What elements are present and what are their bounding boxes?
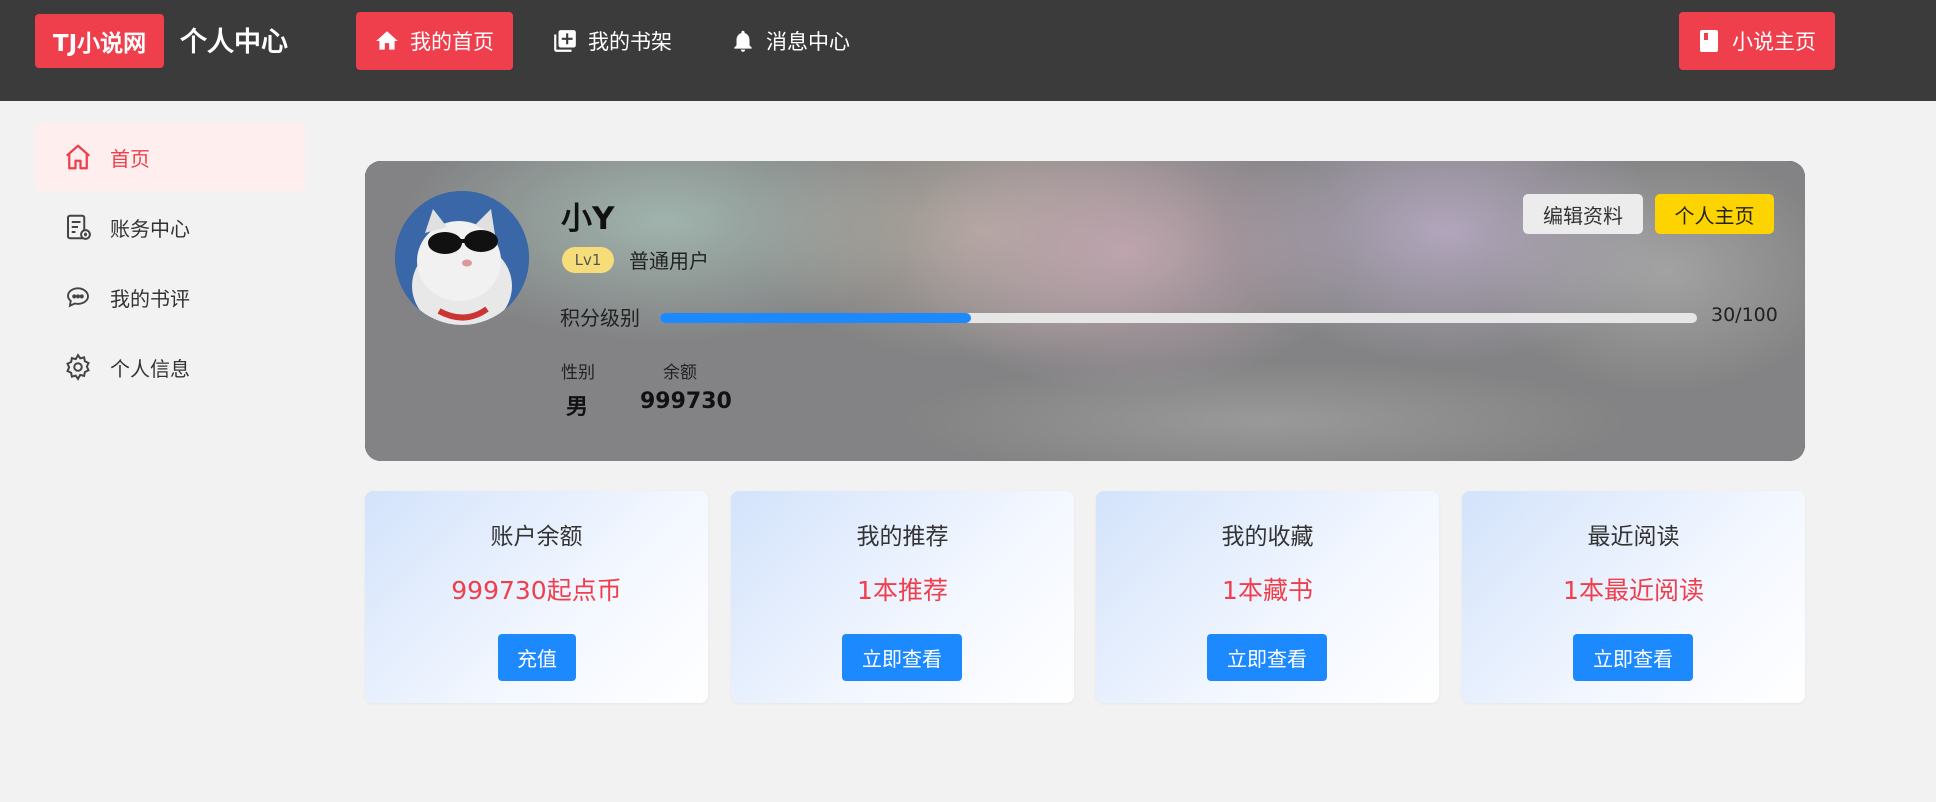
gender-label: 性别: [561, 363, 595, 383]
card-value: 1本最近阅读: [1563, 576, 1704, 605]
card-my-recommendations: 我的推荐 1本推荐 立即查看: [731, 491, 1074, 703]
cat-avatar-image: [395, 191, 529, 325]
view-recommendations-button[interactable]: 立即查看: [842, 634, 962, 681]
username: 小Y: [561, 201, 615, 237]
sidebar-item-reviews-label: 我的书评: [110, 286, 190, 311]
score-progress-fill: [660, 313, 972, 323]
card-recent-reading: 最近阅读 1本最近阅读 立即查看: [1462, 491, 1805, 703]
balance-label: 余额: [663, 363, 697, 383]
novel-home-label: 小说主页: [1732, 30, 1816, 54]
gender-value: 男: [566, 395, 589, 420]
user-role: 普通用户: [629, 249, 709, 273]
recharge-button[interactable]: 充值: [498, 634, 576, 681]
card-title: 我的收藏: [1221, 524, 1314, 550]
home-icon: [376, 31, 398, 50]
sidebar-item-profile[interactable]: 个人信息: [35, 333, 305, 401]
level-badge: Lv1: [562, 247, 614, 273]
nav-my-home[interactable]: 我的首页: [356, 12, 513, 70]
nav-my-bookshelf[interactable]: 我的书架: [534, 12, 691, 70]
library-add-icon: [554, 30, 576, 52]
avatar[interactable]: [395, 191, 529, 325]
top-navigation-bar: TJ小说网 个人中心 我的首页 我的书架 消息中心 小说主页: [0, 0, 1936, 101]
sidebar-item-reviews[interactable]: 我的书评: [35, 263, 305, 331]
score-progress-text: 30/100: [1711, 304, 1778, 326]
card-value: 1本推荐: [857, 576, 948, 605]
bell-icon: [734, 30, 752, 52]
novel-home-button[interactable]: 小说主页: [1679, 12, 1835, 70]
profile-card: 小Y Lv1 普通用户 编辑资料 个人主页 积分级别 30/100 性别 男 余…: [365, 161, 1805, 461]
card-my-collection: 我的收藏 1本藏书 立即查看: [1096, 491, 1439, 703]
nav-my-bookshelf-label: 我的书架: [588, 30, 672, 54]
score-progress-bar: [660, 313, 1697, 323]
bill-icon: [67, 214, 91, 240]
card-value: 1本藏书: [1222, 576, 1313, 605]
card-title: 我的推荐: [856, 524, 949, 550]
sidebar-item-profile-label: 个人信息: [110, 356, 190, 381]
nav-my-home-label: 我的首页: [410, 30, 494, 54]
site-logo[interactable]: TJ小说网: [35, 14, 164, 68]
card-value: 999730起点币: [451, 576, 622, 605]
sidebar: 首页 账务中心 我的书评 个人信息: [35, 101, 305, 802]
card-account-balance: 账户余额 999730起点币 充值: [365, 491, 708, 703]
edit-profile-button[interactable]: 编辑资料: [1523, 194, 1643, 234]
gear-icon: [66, 353, 90, 381]
nav-message-center-label: 消息中心: [766, 30, 850, 54]
sidebar-item-home-label: 首页: [110, 146, 150, 171]
sidebar-item-billing-label: 账务中心: [110, 216, 190, 241]
page-title: 个人中心: [180, 27, 288, 58]
view-collection-button[interactable]: 立即查看: [1207, 634, 1327, 681]
balance-value: 999730: [640, 389, 732, 414]
comment-icon: [67, 287, 89, 308]
view-recent-reading-button[interactable]: 立即查看: [1573, 634, 1693, 681]
book-icon: [1700, 30, 1718, 52]
sidebar-item-billing[interactable]: 账务中心: [35, 193, 305, 261]
card-title: 账户余额: [490, 524, 583, 550]
personal-homepage-button[interactable]: 个人主页: [1655, 194, 1774, 234]
nav-message-center[interactable]: 消息中心: [712, 12, 869, 70]
card-title: 最近阅读: [1587, 524, 1680, 550]
sidebar-item-home[interactable]: 首页: [35, 123, 305, 191]
score-level-label: 积分级别: [560, 306, 640, 330]
home-outline-icon: [66, 144, 90, 170]
